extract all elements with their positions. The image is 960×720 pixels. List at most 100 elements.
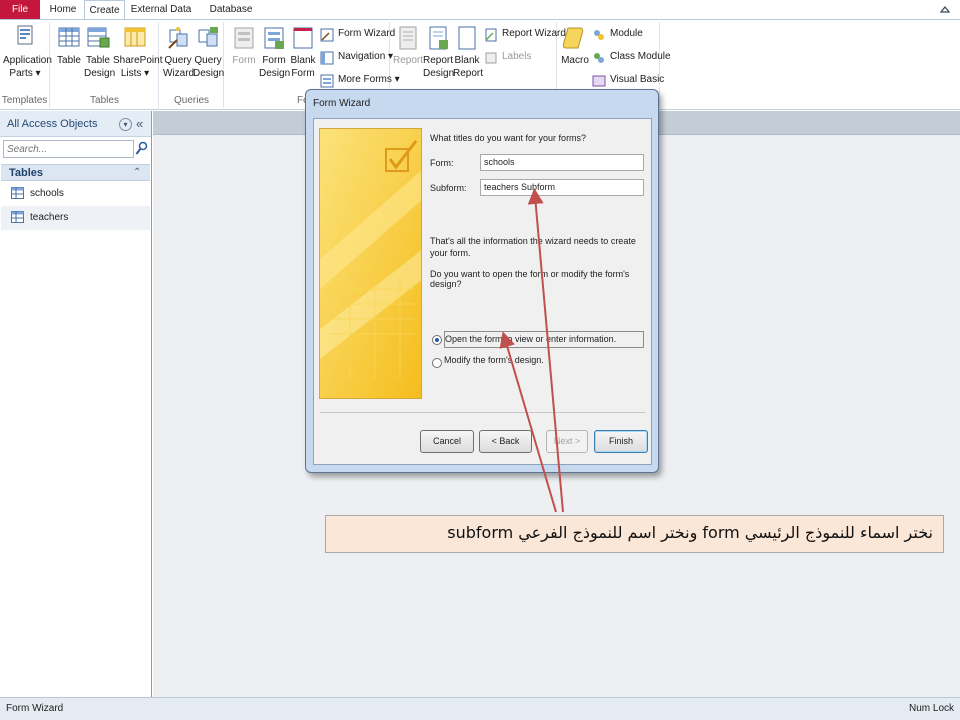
tab-external-data[interactable]: External Data xyxy=(130,0,192,19)
chevron-down-icon[interactable]: ▾ xyxy=(119,118,132,131)
navigation-label: Navigation ▾ xyxy=(338,51,394,62)
report-button[interactable]: Report xyxy=(393,24,423,67)
form-title-label: Form: xyxy=(430,158,454,168)
next-button[interactable]: Next > xyxy=(546,430,588,453)
query-design-label: Query Design xyxy=(193,55,225,79)
tab-database-tools[interactable]: Database Tools xyxy=(197,0,265,34)
report-design-button[interactable]: Report Design xyxy=(423,24,455,80)
nav-item-teachers[interactable]: teachers xyxy=(1,206,150,230)
labels-button[interactable]: Labels xyxy=(482,48,531,68)
module-label: Module xyxy=(610,28,643,39)
macro-icon xyxy=(562,27,584,49)
application-parts-label: Application Parts ▾ xyxy=(3,55,52,79)
templates-group-label: Templates xyxy=(1,95,48,106)
tab-file[interactable]: File xyxy=(0,0,40,19)
more-forms-icon xyxy=(320,74,334,88)
back-button[interactable]: < Back xyxy=(479,430,532,453)
wizard-illustration-graphic xyxy=(320,129,421,398)
more-forms-button[interactable]: More Forms ▾ xyxy=(318,71,400,91)
report-wizard-icon xyxy=(485,28,497,42)
form-title-input[interactable]: schools xyxy=(480,154,644,171)
query-wizard-icon xyxy=(168,27,188,49)
labels-icon xyxy=(485,52,497,64)
tables-section-label: Tables xyxy=(9,167,44,179)
table-design-icon xyxy=(87,27,110,48)
nav-item-schools[interactable]: schools xyxy=(1,182,150,206)
navigation-pane-header: All Access Objects ▾ « xyxy=(0,111,151,137)
visual-basic-button[interactable]: Visual Basic xyxy=(590,71,664,91)
form-wizard-dialog: Form Wizard What titles do you want for … xyxy=(305,89,659,473)
section-collapse-icon[interactable]: ⌃ xyxy=(133,167,141,178)
report-wizard-button[interactable]: Report Wizard xyxy=(482,25,566,45)
form-icon xyxy=(234,27,254,49)
queries-group: Query Wizard Query Design Queries xyxy=(160,22,224,108)
class-module-button[interactable]: Class Module xyxy=(590,48,671,68)
report-wizard-label: Report Wizard xyxy=(502,28,566,39)
module-icon xyxy=(594,30,604,40)
search-icon[interactable] xyxy=(135,141,148,157)
modify-design-radio[interactable] xyxy=(432,358,442,368)
form-label: Form xyxy=(232,55,256,66)
blank-form-button[interactable]: Blank Form xyxy=(289,24,317,80)
table-design-button[interactable]: Table Design xyxy=(84,24,116,80)
form-design-label: Form Design xyxy=(259,55,291,79)
blank-form-icon xyxy=(293,27,313,49)
application-parts-button[interactable]: Application Parts ▾ xyxy=(3,24,52,80)
query-design-icon xyxy=(198,27,218,47)
blank-report-icon xyxy=(458,26,476,50)
table-design-label: Table Design xyxy=(84,55,116,79)
sharepoint-lists-button[interactable]: SharePoint Lists ▾ xyxy=(113,24,162,80)
class-module-icon xyxy=(594,53,604,63)
collapse-pane-icon[interactable]: « xyxy=(136,116,143,131)
macro-label: Macro xyxy=(561,55,589,66)
table-icon xyxy=(58,27,80,47)
status-bar: Form Wizard Num Lock xyxy=(0,697,960,720)
query-design-button[interactable]: Query Design xyxy=(193,24,225,80)
tables-section-header[interactable]: Tables ⌃ xyxy=(1,164,150,181)
dialog-divider xyxy=(320,412,646,413)
search-input[interactable] xyxy=(3,140,134,158)
annotation-text: نختر اسماء للنموذج الرئيسي form ونختر اس… xyxy=(447,523,933,542)
wizard-info-text: That's all the information the wizard ne… xyxy=(430,236,636,258)
open-form-radio[interactable] xyxy=(432,335,442,345)
table-button[interactable]: Table xyxy=(55,24,83,67)
table-icon xyxy=(11,211,24,223)
class-module-label: Class Module xyxy=(610,51,671,62)
modify-design-option-label[interactable]: Modify the form's design. xyxy=(444,355,544,365)
help-icon[interactable] xyxy=(938,1,952,17)
dialog-title: Form Wizard xyxy=(313,98,371,109)
module-button[interactable]: Module xyxy=(590,25,643,45)
tab-home[interactable]: Home xyxy=(44,0,82,19)
application-parts-icon xyxy=(17,25,33,45)
navigation-icon xyxy=(320,51,334,65)
navigation-button[interactable]: Navigation ▾ xyxy=(318,48,393,68)
ribbon-tab-bar: File Home Create External Data Database … xyxy=(0,0,960,34)
subform-title-input[interactable]: teachers Subform xyxy=(480,179,644,196)
open-form-option-label[interactable]: Open the form to view or enter informati… xyxy=(444,331,644,348)
templates-group: Application Parts ▾ Templates xyxy=(0,22,52,108)
visual-basic-label: Visual Basic xyxy=(610,74,665,85)
navigation-pane: All Access Objects ▾ « Tables ⌃ schools … xyxy=(0,111,152,697)
query-wizard-button[interactable]: Query Wizard xyxy=(163,24,195,80)
visual-basic-icon xyxy=(592,75,606,87)
queries-group-label: Queries xyxy=(173,95,209,106)
status-text: Form Wizard xyxy=(6,703,64,714)
wizard-question: What titles do you want for your forms? xyxy=(430,133,587,143)
form-wizard-button[interactable]: Form Wizard xyxy=(318,25,395,45)
form-design-button[interactable]: Form Design xyxy=(259,24,291,80)
tab-create[interactable]: Create xyxy=(84,0,125,20)
query-wizard-label: Query Wizard xyxy=(163,55,195,79)
macro-button[interactable]: Macro xyxy=(560,24,590,67)
form-button[interactable]: Form xyxy=(229,24,259,67)
table-icon xyxy=(11,187,24,199)
report-design-label: Report Design xyxy=(423,55,455,79)
navigation-pane-title[interactable]: All Access Objects xyxy=(7,118,97,130)
sharepoint-lists-icon xyxy=(124,27,146,47)
cancel-button[interactable]: Cancel xyxy=(420,430,474,453)
dialog-client: What titles do you want for your forms? … xyxy=(313,118,652,465)
annotation-callout: نختر اسماء للنموذج الرئيسي form ونختر اس… xyxy=(325,515,944,553)
sharepoint-lists-label: SharePoint Lists ▾ xyxy=(113,55,163,79)
finish-button[interactable]: Finish xyxy=(594,430,648,453)
blank-report-button[interactable]: Blank Report xyxy=(453,24,483,80)
wizard-choice-prompt: Do you want to open the form or modify t… xyxy=(430,269,630,289)
